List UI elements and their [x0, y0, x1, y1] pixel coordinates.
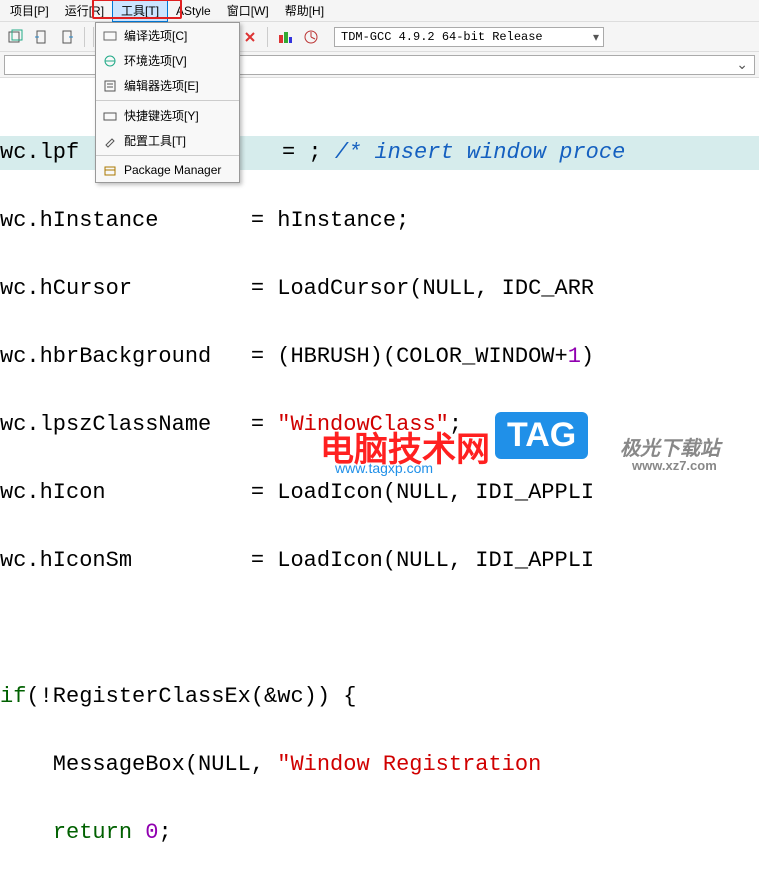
separator-icon — [93, 27, 94, 47]
dd-env-options[interactable]: 环境选项[V] — [96, 48, 239, 73]
gear-icon — [102, 28, 118, 44]
code-line: if(!RegisterClassEx(&wc)) { — [0, 680, 759, 714]
separator-icon — [267, 27, 268, 47]
toolbtn-3[interactable] — [56, 26, 78, 48]
debug-button[interactable] — [274, 26, 296, 48]
watermark-xz-url: www.xz7.com — [632, 458, 717, 473]
dd-label: 环境选项[V] — [124, 52, 187, 69]
code-line: wc.hInstance = hInstance; — [0, 204, 759, 238]
menu-tools[interactable]: 工具[T] — [112, 0, 168, 22]
code-line: wc.hCursor = LoadCursor(NULL, IDC_ARR — [0, 272, 759, 306]
cross-button[interactable] — [239, 26, 261, 48]
dd-label: Package Manager — [124, 163, 221, 177]
compiler-select[interactable]: TDM-GCC 4.9.2 64-bit Release — [334, 27, 604, 47]
menu-run[interactable]: 运行[R] — [57, 0, 112, 21]
dd-label: 配置工具[T] — [124, 132, 186, 149]
menu-astyle[interactable]: AStyle — [168, 2, 219, 20]
code-line — [0, 612, 759, 646]
separator-icon — [84, 27, 85, 47]
dd-compile-options[interactable]: 编译选项[C] — [96, 23, 239, 48]
package-icon — [102, 162, 118, 178]
keyboard-icon — [102, 108, 118, 124]
code-line: wc.hbrBackground = (HBRUSH)(COLOR_WINDOW… — [0, 340, 759, 374]
watermark-tag: TAG — [495, 412, 588, 459]
dd-package-manager[interactable]: Package Manager — [96, 158, 239, 182]
dd-label: 编辑器选项[E] — [124, 77, 199, 94]
dd-label: 编译选项[C] — [124, 27, 187, 44]
code-line: wc.hIconSm = LoadIcon(NULL, IDI_APPLI — [0, 544, 759, 578]
menubar: 项目[P] 运行[R] 工具[T] AStyle 窗口[W] 帮助[H] — [0, 0, 759, 22]
dd-config-tool[interactable]: 配置工具[T] — [96, 128, 239, 153]
editor-icon — [102, 78, 118, 94]
menu-window[interactable]: 窗口[W] — [219, 0, 277, 21]
tools-dropdown: 编译选项[C] 环境选项[V] 编辑器选项[E] 快捷键选项[Y] 配置工具[T… — [95, 22, 240, 183]
code-line: return 0; — [0, 816, 759, 850]
code-line: MessageBox(NULL, "Window Registration — [0, 748, 759, 782]
separator-icon — [96, 155, 239, 156]
profile-button[interactable] — [300, 26, 322, 48]
code-line: wc.hIcon = LoadIcon(NULL, IDI_APPLI — [0, 476, 759, 510]
dd-shortcut-options[interactable]: 快捷键选项[Y] — [96, 103, 239, 128]
watermark-xz: 极光下载站 — [620, 432, 720, 461]
globe-icon — [102, 53, 118, 69]
watermark-tagxp-url: www.tagxp.com — [335, 460, 433, 476]
menu-help[interactable]: 帮助[H] — [277, 0, 332, 21]
toolbtn-1[interactable] — [4, 26, 26, 48]
toolbtn-2[interactable] — [30, 26, 52, 48]
menu-project[interactable]: 项目[P] — [2, 0, 57, 21]
wrench-icon — [102, 133, 118, 149]
code-editor[interactable]: wc.lpf = ; /* insert window proce wc.hIn… — [0, 78, 759, 884]
separator-icon — [96, 100, 239, 101]
dd-label: 快捷键选项[Y] — [124, 107, 199, 124]
dd-editor-options[interactable]: 编辑器选项[E] — [96, 73, 239, 98]
